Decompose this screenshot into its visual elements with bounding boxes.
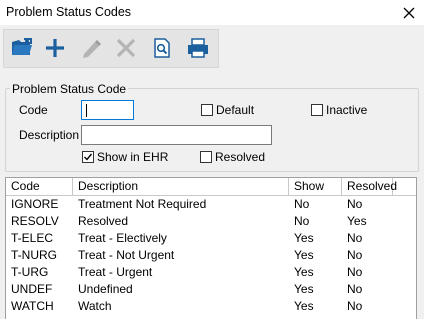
table-row[interactable]: T-ELEC Treat - Electively Yes No — [6, 230, 416, 247]
code-label: Code — [19, 103, 48, 117]
grid-header: Code Description Show Resolved — [6, 178, 416, 196]
table-row[interactable]: T-URG Treat - Urgent Yes No — [6, 264, 416, 281]
table-row[interactable]: T-NURG Treat - Not Urgent Yes No — [6, 247, 416, 264]
resolved-cell: No — [347, 265, 363, 279]
open-button[interactable] — [6, 33, 38, 63]
show-cell: No — [294, 214, 310, 228]
description-cell: Treat - Not Urgent — [78, 248, 175, 262]
code-cell: UNDEF — [11, 282, 53, 296]
code-input[interactable] — [81, 100, 134, 120]
resolved-label: Resolved — [215, 150, 266, 164]
show-cell: Yes — [294, 231, 314, 245]
close-icon — [403, 7, 415, 18]
description-cell: Resolved — [78, 214, 129, 228]
title-bar: Problem Status Codes — [0, 0, 424, 25]
description-cell: Undefined — [78, 282, 133, 296]
code-cell: T-ELEC — [11, 231, 54, 245]
table-row[interactable]: RESOLV Resolved No Yes — [6, 213, 416, 230]
default-checkbox[interactable] — [201, 104, 213, 116]
column-header-code[interactable]: Code — [6, 178, 73, 195]
add-icon — [46, 39, 64, 57]
inactive-label: Inactive — [326, 103, 368, 117]
column-header-resolved[interactable]: Resolved — [342, 178, 397, 195]
show-in-ehr-label: Show in EHR — [97, 150, 169, 164]
description-cell: Treat - Electively — [78, 231, 167, 245]
code-cell: WATCH — [11, 299, 54, 313]
group-title: Problem Status Code — [10, 82, 129, 96]
resolved-cell: No — [347, 282, 363, 296]
show-cell: Yes — [294, 282, 314, 296]
show-cell: Yes — [294, 299, 314, 313]
table-row[interactable]: IGNORE Treatment Not Required No No — [6, 196, 416, 213]
toolbar — [3, 29, 219, 68]
checkmark-icon — [84, 153, 93, 161]
print-button[interactable] — [182, 33, 214, 63]
open-icon — [12, 38, 32, 55]
resolved-cell: No — [347, 197, 363, 211]
resolved-cell: No — [347, 299, 363, 313]
show-cell: Yes — [294, 248, 314, 262]
code-cell: T-NURG — [11, 248, 57, 262]
status-codes-grid: Code Description Show Resolved IGNORE Tr… — [5, 177, 417, 319]
table-row[interactable]: UNDEF Undefined Yes No — [6, 281, 416, 298]
column-header-description[interactable]: Description — [73, 178, 289, 195]
resolved-cell: No — [347, 231, 363, 245]
default-label: Default — [216, 103, 255, 117]
close-button[interactable] — [394, 0, 424, 25]
delete-button[interactable] — [110, 33, 142, 63]
code-cell: RESOLV — [11, 214, 59, 228]
code-cell: T-URG — [11, 265, 49, 279]
show-cell: No — [294, 197, 310, 211]
preview-icon — [154, 38, 170, 58]
delete-icon — [116, 38, 136, 58]
resolved-cell: No — [347, 248, 363, 262]
resolved-cell: Yes — [347, 214, 367, 228]
inactive-checkbox[interactable] — [311, 104, 323, 116]
text-caret — [86, 104, 87, 117]
preview-button[interactable] — [146, 33, 178, 63]
code-cell: IGNORE — [11, 197, 59, 211]
print-icon — [188, 38, 208, 58]
edit-icon — [83, 40, 101, 58]
window-title: Problem Status Codes — [6, 5, 132, 19]
description-cell: Treat - Urgent — [78, 265, 153, 279]
description-cell: Treatment Not Required — [78, 197, 207, 211]
column-header-show[interactable]: Show — [289, 178, 342, 195]
resolved-checkbox[interactable] — [200, 151, 212, 163]
show-in-ehr-checkbox[interactable] — [82, 151, 94, 163]
add-button[interactable] — [39, 33, 71, 63]
edit-button[interactable] — [75, 33, 107, 63]
description-label: Description — [19, 128, 80, 142]
table-row[interactable]: WATCH Watch Yes No — [6, 298, 416, 315]
show-cell: Yes — [294, 265, 314, 279]
description-input[interactable] — [81, 125, 272, 145]
description-cell: Watch — [78, 299, 112, 313]
